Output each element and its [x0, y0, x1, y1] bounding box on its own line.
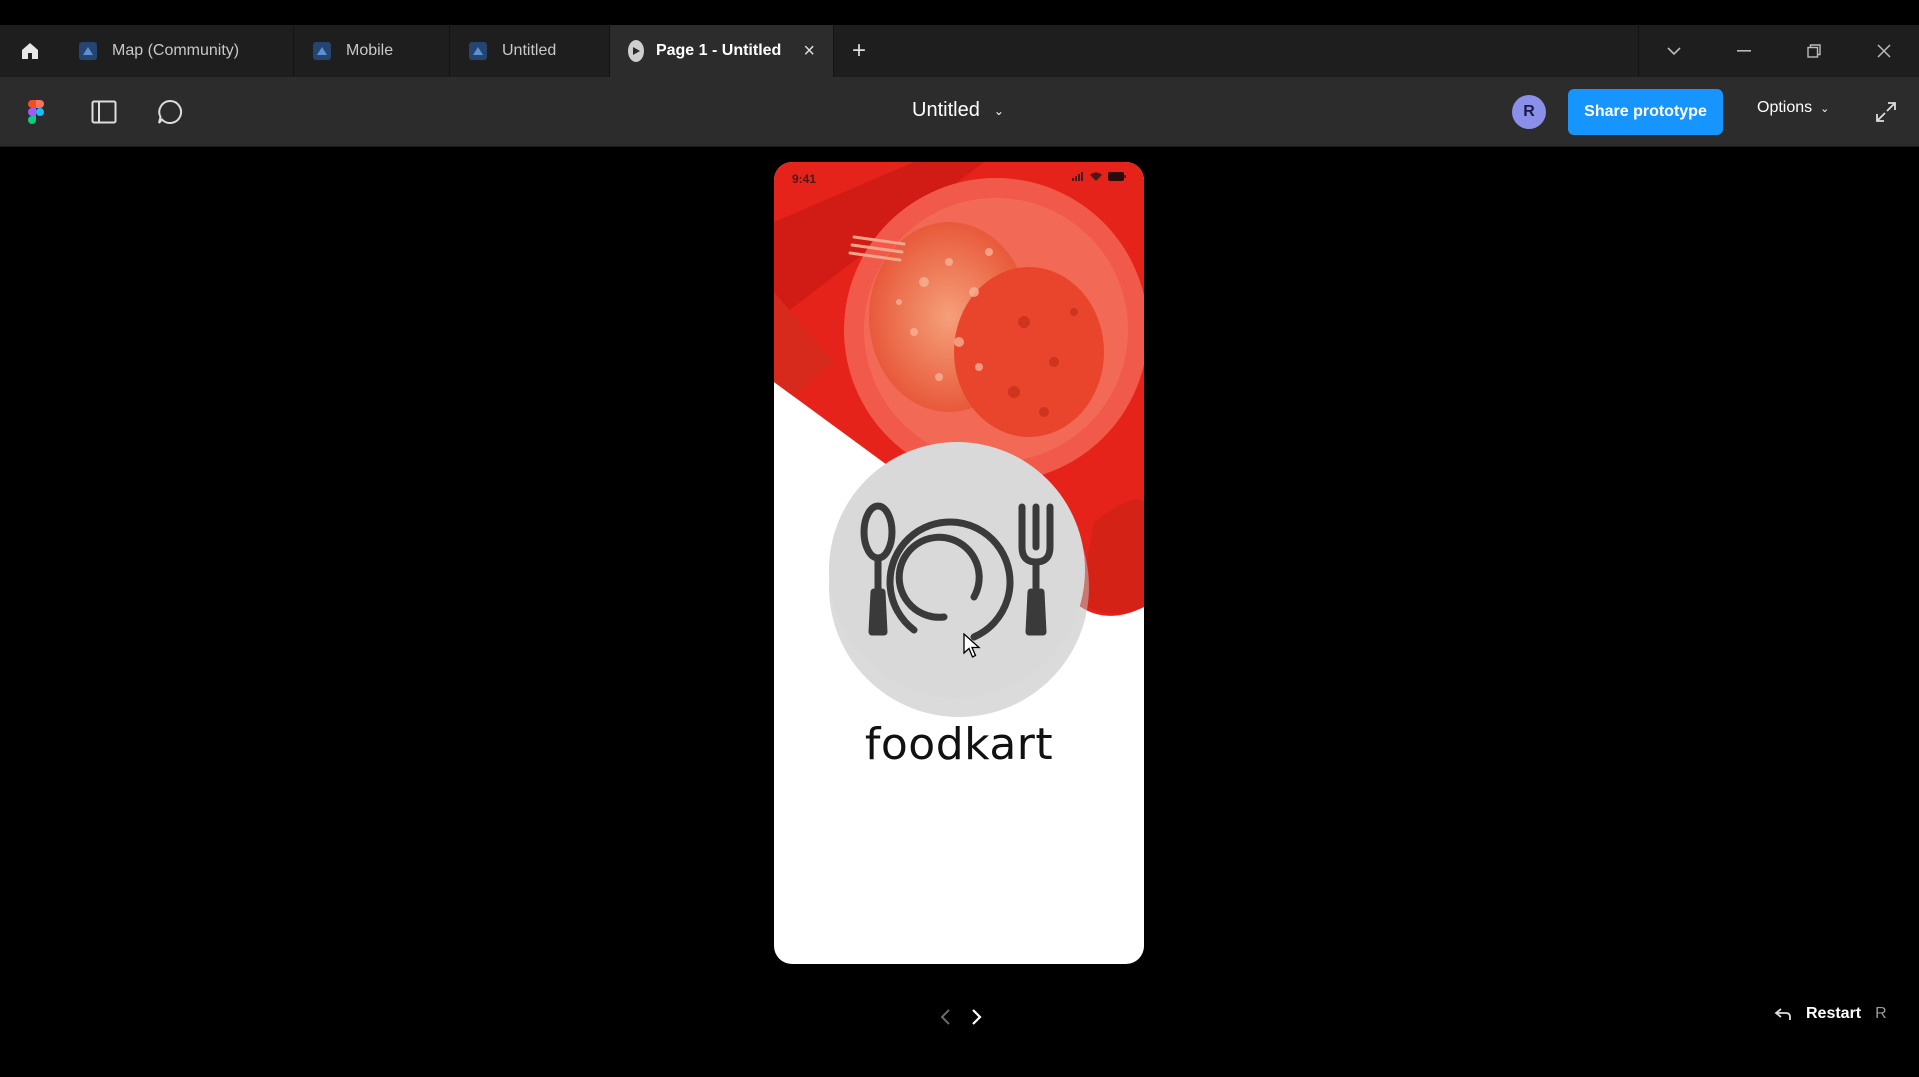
restart-shortcut-key: R	[1875, 1005, 1887, 1022]
close-window-button[interactable]	[1849, 25, 1919, 77]
avatar[interactable]: R	[1512, 95, 1546, 129]
sidebar-panel-icon	[91, 100, 117, 124]
battery-icon	[1108, 172, 1126, 181]
restore-icon	[1807, 44, 1821, 58]
chevron-down-icon: ⌄	[993, 103, 1004, 118]
comment-icon	[158, 99, 183, 124]
home-button[interactable]	[0, 25, 60, 77]
tab-label: Map (Community)	[112, 42, 240, 59]
figma-logo-icon	[28, 100, 44, 124]
play-icon	[628, 40, 644, 62]
tab-page1-untitled[interactable]: Page 1 - Untitled ×	[610, 25, 834, 77]
tab-label: Mobile	[346, 42, 394, 59]
figma-menu-button[interactable]	[18, 94, 54, 130]
restart-arrow-icon	[1774, 1007, 1792, 1021]
chevron-down-icon	[1667, 47, 1681, 56]
logo-plate	[829, 442, 1085, 698]
previous-frame-button[interactable]	[931, 1002, 959, 1032]
figma-file-icon	[469, 42, 487, 60]
home-icon	[22, 43, 38, 59]
comment-button[interactable]	[152, 94, 188, 130]
brand-name: foodkart	[864, 719, 1054, 770]
file-title-dropdown[interactable]: Untitled ⌄	[912, 99, 1004, 122]
restart-button[interactable]: Restart R	[1774, 1005, 1887, 1023]
expand-icon	[1876, 102, 1896, 122]
prototype-toolbar: Untitled ⌄ R Share prototype Options ⌄	[0, 77, 1919, 147]
plus-icon: +	[851, 37, 866, 64]
chevron-right-icon	[972, 1009, 982, 1025]
share-prototype-button[interactable]: Share prototype	[1568, 89, 1723, 135]
restart-label: Restart	[1806, 1005, 1862, 1022]
tab-label: Page 1 - Untitled	[655, 42, 782, 59]
status-time: 9:41	[792, 172, 817, 186]
figma-file-icon	[313, 42, 331, 60]
close-tab-icon[interactable]: ×	[803, 40, 815, 63]
fullscreen-button[interactable]	[1868, 94, 1904, 130]
file-title: Untitled	[912, 99, 980, 121]
next-frame-button[interactable]	[963, 1002, 991, 1032]
minimize-icon	[1737, 50, 1751, 52]
tab-map-community[interactable]: Map (Community)	[60, 25, 294, 77]
wifi-icon	[1090, 172, 1102, 181]
status-icons	[1072, 172, 1126, 181]
tabs-dropdown-button[interactable]	[1639, 25, 1709, 77]
splash-artwork	[774, 162, 1144, 717]
chevron-down-icon: ⌄	[1820, 102, 1830, 115]
tab-bar: Map (Community) Mobile Untitled Page 1 -…	[0, 25, 1919, 77]
tab-untitled[interactable]: Untitled	[450, 25, 610, 77]
options-label: Options	[1757, 99, 1813, 116]
prototype-frame[interactable]: 9:41 foodkart	[774, 162, 1144, 964]
close-icon	[1877, 44, 1891, 58]
signal-icon	[1072, 172, 1083, 181]
options-dropdown[interactable]: Options ⌄	[1757, 99, 1829, 117]
tab-mobile[interactable]: Mobile	[294, 25, 450, 77]
window-controls	[1638, 25, 1919, 77]
add-tab-button[interactable]: +	[834, 25, 884, 77]
figma-file-icon	[79, 42, 97, 60]
mouse-cursor-icon	[963, 633, 981, 658]
restore-button[interactable]	[1779, 25, 1849, 77]
minimize-button[interactable]	[1709, 25, 1779, 77]
sidebar-toggle-button[interactable]	[86, 94, 122, 130]
chevron-left-icon	[940, 1009, 950, 1025]
tab-label: Untitled	[502, 42, 557, 59]
